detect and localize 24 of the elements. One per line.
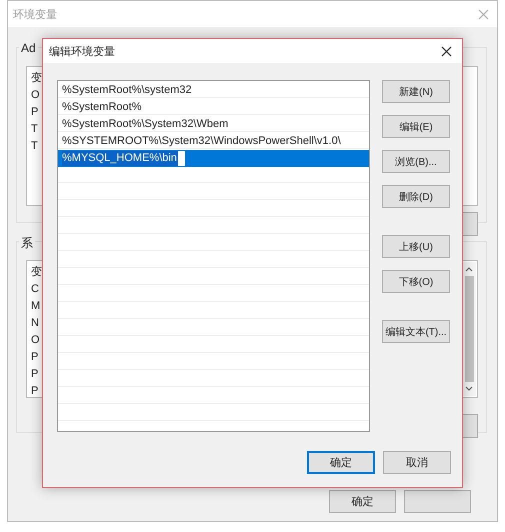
action-button[interactable]: 上移(U) xyxy=(382,235,450,258)
path-entry[interactable]: %MYSQL_HOME%\bin xyxy=(58,150,369,167)
path-entry[interactable]: %SystemRoot%\System32\Wbem xyxy=(58,116,369,133)
action-button[interactable]: 新建(N) xyxy=(382,80,450,103)
ok-button[interactable]: 确定 xyxy=(329,490,396,513)
scroll-down-icon[interactable] xyxy=(465,386,473,392)
action-button[interactable]: 浏览(B)... xyxy=(382,150,450,173)
scroll-up-icon[interactable] xyxy=(465,266,473,272)
group-label: Ad xyxy=(19,41,38,55)
window-title: 环境变量 xyxy=(13,8,57,22)
scrollbar[interactable] xyxy=(462,262,476,396)
path-entry[interactable]: %SystemRoot% xyxy=(58,99,369,116)
action-button[interactable]: 下移(O) xyxy=(382,270,450,293)
dialog-button[interactable]: 确定 xyxy=(307,451,375,474)
dialog-title: 编辑环境变量 xyxy=(49,44,115,58)
scrollbar-thumb[interactable] xyxy=(464,276,474,382)
path-entry[interactable]: %SystemRoot%\system32 xyxy=(58,82,369,99)
close-icon[interactable] xyxy=(441,46,452,56)
action-button[interactable]: 编辑(E) xyxy=(382,115,450,138)
action-button[interactable]: 删除(D) xyxy=(382,185,450,208)
action-button[interactable]: 编辑文本(T)... xyxy=(382,320,450,343)
cancel-button[interactable] xyxy=(404,490,471,513)
dialog-button[interactable]: 取消 xyxy=(383,451,451,474)
path-entry[interactable]: %SYSTEMROOT%\System32\WindowsPowerShell\v1.0\ xyxy=(58,133,369,150)
